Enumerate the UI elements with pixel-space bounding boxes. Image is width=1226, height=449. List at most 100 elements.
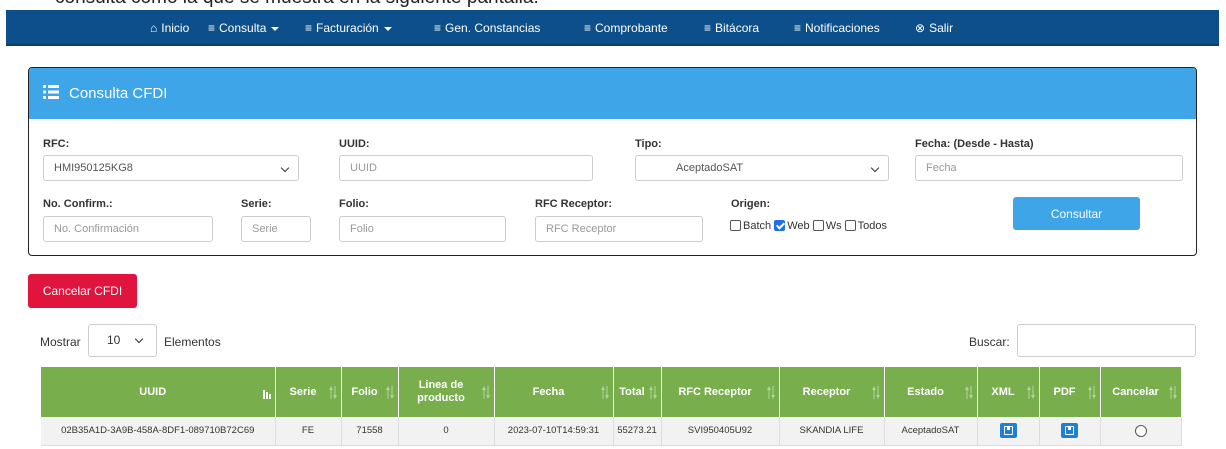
nav-label: Comprobante: [595, 21, 668, 35]
sort-icon: [964, 386, 973, 399]
cell-linea-producto: 0: [398, 417, 495, 446]
rfc-receptor-input[interactable]: RFC Receptor: [535, 216, 703, 242]
col-serie[interactable]: Serie: [275, 367, 342, 417]
rfc-receptor-placeholder: RFC Receptor: [546, 223, 617, 235]
nav-inicio[interactable]: ⌂ Inicio: [150, 10, 189, 46]
list-icon: ≡: [794, 21, 802, 35]
list-icon: ≡: [208, 21, 216, 35]
col-cancelar[interactable]: Cancelar: [1100, 367, 1182, 417]
list-icon: ≡: [704, 21, 712, 35]
chevron-down-icon: [383, 26, 392, 31]
sort-icon: [385, 386, 394, 399]
cell-pdf: [1039, 417, 1101, 446]
confirm-input[interactable]: No. Confirmación: [43, 216, 213, 242]
pdf-download-icon[interactable]: [1061, 423, 1078, 439]
confirm-placeholder: No. Confirmación: [54, 223, 139, 235]
col-label: RFC Receptor: [678, 385, 752, 398]
fecha-input[interactable]: Fecha: [915, 155, 1183, 181]
nav-gen-constancias[interactable]: ≡ Gen. Constancias: [434, 10, 540, 46]
col-receptor[interactable]: Receptor: [779, 367, 885, 417]
nav-label: Notificaciones: [805, 21, 880, 35]
col-label: Total: [619, 385, 645, 398]
col-label: Fecha: [532, 385, 565, 398]
uuid-placeholder: UUID: [350, 162, 377, 174]
nav-bitacora[interactable]: ≡ Bitácora: [704, 10, 759, 46]
sort-icon: [1087, 386, 1096, 399]
cell-fecha: 2023-07-10T14:59:31: [494, 417, 614, 446]
nav-consulta[interactable]: ≡ Consulta: [208, 10, 280, 46]
nav-notificaciones[interactable]: ≡ Notificaciones: [794, 10, 880, 46]
web-checkbox[interactable]: [774, 220, 786, 231]
rfc-select[interactable]: HMI950125KG8: [43, 155, 299, 181]
col-xml[interactable]: XML: [977, 367, 1040, 417]
page-length-select[interactable]: 10: [88, 324, 157, 357]
nav-facturacion[interactable]: ≡ Facturación: [305, 10, 392, 46]
sort-icon: [871, 386, 880, 399]
xml-download-icon[interactable]: [999, 423, 1017, 439]
col-uuid[interactable]: UUID: [41, 367, 276, 417]
list-icon: ≡: [434, 21, 442, 35]
search-input[interactable]: [1017, 324, 1196, 357]
panel-header: Consulta CFDI: [29, 68, 1196, 119]
folio-label: Folio:: [339, 198, 369, 210]
web-label: Web: [787, 220, 810, 232]
origen-options: Batch Web Ws Todos: [730, 220, 887, 232]
nav-comprobante[interactable]: ≡ Comprobante: [584, 10, 668, 46]
elementos-label: Elementos: [164, 335, 221, 349]
serie-input[interactable]: Serie: [241, 216, 311, 242]
cell-uuid: 02B35A1D-3A9B-458A-8DF1-089710B72C69: [41, 417, 276, 446]
batch-checkbox[interactable]: [730, 220, 741, 231]
col-label: Cancelar: [1112, 385, 1159, 398]
nav-label: Salir: [929, 21, 954, 35]
col-label: UUID: [139, 385, 167, 398]
cell-cancelar: [1100, 417, 1182, 446]
cell-serie: FE: [275, 417, 342, 446]
home-icon: ⌂: [150, 21, 158, 35]
origen-label: Origen:: [731, 198, 771, 210]
sort-icon: [1026, 386, 1035, 399]
col-label: Serie: [289, 385, 317, 398]
folio-input[interactable]: Folio: [339, 216, 506, 242]
col-estado[interactable]: Estado: [884, 367, 978, 417]
consultar-button[interactable]: Consultar: [1013, 197, 1140, 230]
col-total[interactable]: Total: [613, 367, 662, 417]
cell-estado: AceptadoSAT: [884, 417, 978, 446]
todos-checkbox[interactable]: [844, 220, 856, 231]
results-table: UUID Serie Folio Linea de producto Fecha…: [41, 367, 1182, 446]
col-label: Folio: [351, 385, 378, 398]
cancel-radio[interactable]: [1134, 424, 1147, 437]
col-folio[interactable]: Folio: [341, 367, 399, 417]
mostrar-label: Mostrar: [40, 335, 81, 349]
panel-title: Consulta CFDI: [69, 85, 168, 102]
col-rfc-receptor[interactable]: RFC Receptor: [661, 367, 780, 417]
cancelar-cfdi-button[interactable]: Cancelar CFDI: [28, 274, 137, 308]
list-icon: ≡: [305, 21, 313, 35]
tipo-select[interactable]: AceptadoSAT: [635, 155, 889, 181]
chevron-down-icon: [271, 26, 280, 31]
sort-icon: [481, 386, 490, 399]
uuid-label: UUID:: [339, 138, 370, 150]
col-label: Estado: [907, 385, 944, 398]
sort-icon: [766, 386, 775, 399]
ws-checkbox[interactable]: [812, 220, 824, 231]
nav-label: Gen. Constancias: [445, 21, 541, 35]
cell-xml: [977, 417, 1040, 446]
nav-label: Bitácora: [715, 21, 760, 35]
col-pdf[interactable]: PDF: [1039, 367, 1101, 417]
serie-placeholder: Serie: [252, 223, 278, 235]
col-label: Linea de producto: [417, 379, 465, 404]
sort-icon: [600, 386, 609, 399]
nav-label: Consulta: [219, 21, 267, 35]
nav-salir[interactable]: ⊗ Salir: [915, 10, 953, 46]
batch-label: Batch: [743, 220, 772, 232]
col-label: XML: [991, 385, 1015, 398]
sort-icon: [1168, 386, 1177, 399]
sort-icon: [648, 386, 657, 399]
col-label: PDF: [1053, 385, 1076, 398]
list-icon: [43, 85, 59, 99]
uuid-input[interactable]: UUID: [339, 155, 593, 181]
col-linea-producto[interactable]: Linea de producto: [398, 367, 495, 417]
cell-total: 55273.21: [613, 417, 662, 446]
col-fecha[interactable]: Fecha: [494, 367, 614, 417]
rfc-receptor-label: RFC Receptor:: [535, 198, 613, 210]
